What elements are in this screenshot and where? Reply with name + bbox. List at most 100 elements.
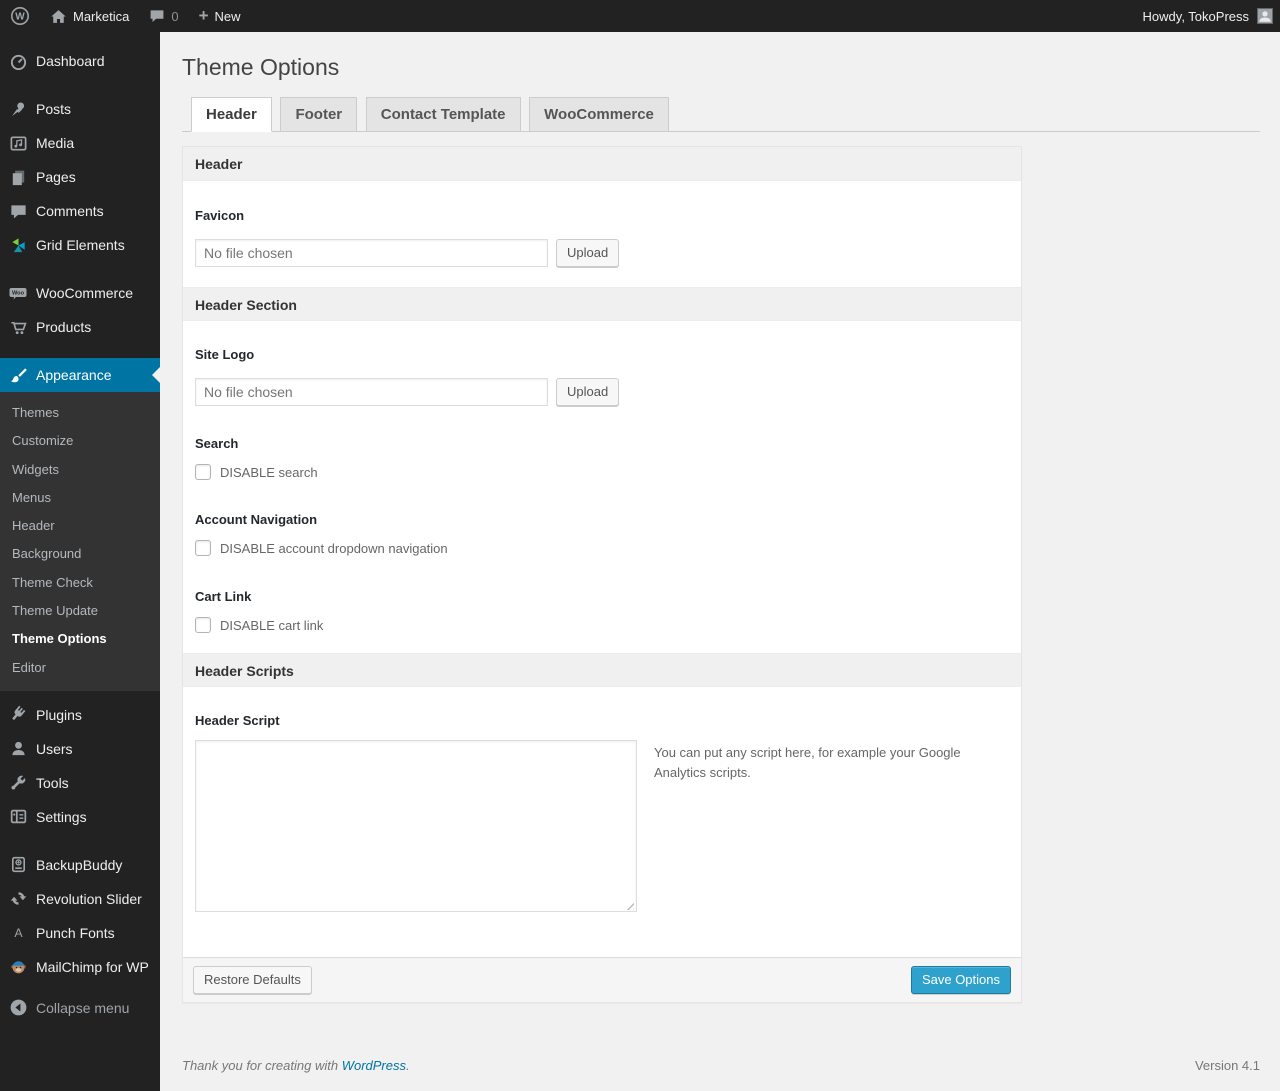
tab-woocommerce[interactable]: WooCommerce xyxy=(529,97,669,132)
favicon-field: Favicon Upload xyxy=(183,208,1021,287)
panel-footer: Restore Defaults Save Options xyxy=(183,957,1021,1002)
wrench-icon xyxy=(8,773,28,793)
disable-account-nav-checkbox[interactable] xyxy=(195,540,211,556)
submenu-theme-update[interactable]: Theme Update xyxy=(0,597,160,625)
sidebar-item-posts[interactable]: Posts xyxy=(0,92,160,126)
search-field: Search DISABLE search xyxy=(183,436,1021,480)
letter-a-icon: A xyxy=(8,923,28,943)
submenu-editor[interactable]: Editor xyxy=(0,654,160,682)
header-script-help-text: You can put any script here, for example… xyxy=(654,745,961,781)
media-icon xyxy=(8,133,28,153)
comment-count: 0 xyxy=(171,8,179,24)
submenu-theme-options[interactable]: Theme Options xyxy=(0,625,160,653)
site-name-label: Marketica xyxy=(73,8,130,24)
plus-icon: + xyxy=(198,5,209,25)
sync-arrows-icon xyxy=(8,889,28,909)
sidebar-item-backupbuddy[interactable]: BackupBuddy xyxy=(0,848,160,882)
disable-cart-link-checkbox[interactable] xyxy=(195,617,211,633)
sidebar-item-tools[interactable]: Tools xyxy=(0,766,160,800)
cart-icon xyxy=(8,317,28,337)
tab-header[interactable]: Header xyxy=(191,97,272,132)
submenu-customize[interactable]: Customize xyxy=(0,427,160,455)
grid-elements-icon xyxy=(8,235,28,255)
submenu-themes[interactable]: Themes xyxy=(0,399,160,427)
submenu-widgets[interactable]: Widgets xyxy=(0,456,160,484)
submenu-theme-check[interactable]: Theme Check xyxy=(0,569,160,597)
admin-sidebar: Dashboard Posts Media Pages Comments Gri… xyxy=(0,32,160,1091)
svg-text:W: W xyxy=(15,12,25,23)
favicon-label: Favicon xyxy=(195,208,245,223)
sidebar-item-mailchimp[interactable]: MailChimp for WP xyxy=(0,950,160,984)
sidebar-item-settings[interactable]: Settings xyxy=(0,800,160,834)
account-menu-item[interactable]: Howdy, TokoPress xyxy=(1143,0,1280,32)
restore-defaults-button[interactable]: Restore Defaults xyxy=(193,966,312,994)
header-script-textarea[interactable] xyxy=(195,740,637,912)
admin-bar: W Marketica 0 + New Howdy, TokoPress xyxy=(0,0,1280,32)
main-content: Theme Options Header Footer Contact Temp… xyxy=(160,0,1280,1073)
tab-footer[interactable]: Footer xyxy=(280,97,358,132)
page-footer: Thank you for creating with WordPress. V… xyxy=(182,1058,1260,1073)
settings-icon xyxy=(8,807,28,827)
sidebar-item-pages[interactable]: Pages xyxy=(0,160,160,194)
favicon-file-input[interactable] xyxy=(195,239,548,267)
menu-separator xyxy=(0,78,160,92)
menu-separator xyxy=(0,834,160,848)
admin-bar-left: W Marketica 0 + New xyxy=(0,0,251,32)
sidebar-item-media[interactable]: Media xyxy=(0,126,160,160)
disable-search-checkbox[interactable] xyxy=(195,464,211,480)
sidebar-item-products[interactable]: Products xyxy=(0,310,160,344)
site-logo-file-input[interactable] xyxy=(195,378,548,406)
site-name-item[interactable]: Marketica xyxy=(40,0,139,32)
cart-link-label: Cart Link xyxy=(195,589,252,604)
disable-account-nav-label: DISABLE account dropdown navigation xyxy=(220,540,448,556)
header-script-field: Header Script You can put any script her… xyxy=(183,713,1021,957)
mailchimp-monkey-icon xyxy=(8,957,28,977)
menu-separator xyxy=(0,262,160,276)
account-navigation-label: Account Navigation xyxy=(195,512,318,527)
avatar xyxy=(1257,8,1273,24)
submenu-header[interactable]: Header xyxy=(0,512,160,540)
page-title: Theme Options xyxy=(182,54,340,80)
header-script-label: Header Script xyxy=(195,713,280,728)
sidebar-item-punch-fonts[interactable]: A Punch Fonts xyxy=(0,916,160,950)
site-logo-upload-button[interactable]: Upload xyxy=(556,378,620,406)
new-label: New xyxy=(214,8,241,24)
sidebar-item-dashboard[interactable]: Dashboard xyxy=(0,44,160,78)
sidebar-item-comments[interactable]: Comments xyxy=(0,194,160,228)
wordpress-menu-item[interactable]: W xyxy=(0,0,40,32)
disable-search-label: DISABLE search xyxy=(220,464,318,480)
save-options-button[interactable]: Save Options xyxy=(910,966,1011,994)
pages-icon xyxy=(8,167,28,187)
sidebar-item-grid-elements[interactable]: Grid Elements xyxy=(0,228,160,262)
favicon-upload-button[interactable]: Upload xyxy=(556,239,620,267)
svg-text:Woo: Woo xyxy=(12,291,25,297)
wordpress-logo-icon: W xyxy=(10,6,30,26)
theme-options-panel: Header Favicon Upload Header Section Sit… xyxy=(182,146,1022,1003)
sidebar-item-appearance[interactable]: Appearance xyxy=(0,358,160,392)
svg-text:A: A xyxy=(14,926,23,940)
sidebar-item-woocommerce[interactable]: Woo WooCommerce xyxy=(0,276,160,310)
wordpress-link[interactable]: WordPress xyxy=(342,1058,406,1073)
collapse-arrow-icon xyxy=(8,998,28,1018)
account-navigation-field: Account Navigation DISABLE account dropd… xyxy=(183,512,1021,556)
site-logo-label: Site Logo xyxy=(195,347,255,362)
sidebar-item-users[interactable]: Users xyxy=(0,732,160,766)
appearance-submenu: Themes Customize Widgets Menus Header Ba… xyxy=(0,392,160,691)
new-content-item[interactable]: + New xyxy=(189,0,251,32)
dashboard-icon xyxy=(8,51,28,71)
tab-contact-template[interactable]: Contact Template xyxy=(365,97,521,132)
submenu-menus[interactable]: Menus xyxy=(0,484,160,512)
home-icon xyxy=(50,8,67,25)
submenu-background[interactable]: Background xyxy=(0,540,160,568)
sidebar-item-plugins[interactable]: Plugins xyxy=(0,698,160,732)
comments-bar-item[interactable]: 0 xyxy=(139,0,188,32)
search-label: Search xyxy=(195,436,239,451)
section-header-header-section: Header Section xyxy=(183,287,1021,321)
collapse-menu-button[interactable]: Collapse menu xyxy=(0,991,160,1025)
section-header-header-scripts: Header Scripts xyxy=(183,653,1021,687)
sidebar-item-revolution-slider[interactable]: Revolution Slider xyxy=(0,882,160,916)
plugins-icon xyxy=(8,705,28,725)
section-header-header: Header xyxy=(183,147,1021,181)
footer-thanks-text: Thank you for creating with WordPress. xyxy=(182,1058,410,1073)
backupbuddy-icon xyxy=(8,855,28,875)
